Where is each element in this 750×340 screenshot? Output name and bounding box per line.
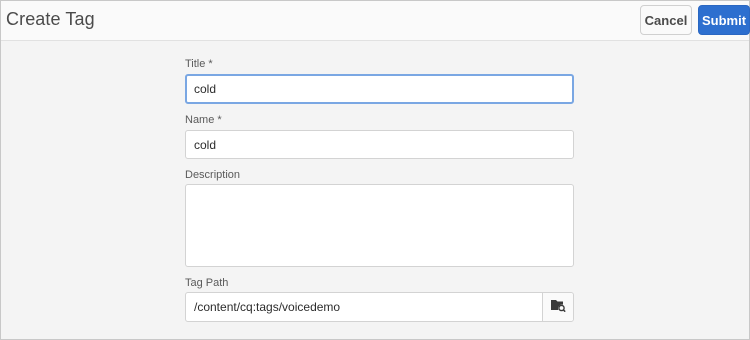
description-textarea[interactable] xyxy=(185,184,574,267)
name-label: Name * xyxy=(185,114,222,126)
description-label: Description xyxy=(185,169,241,181)
cancel-button[interactable]: Cancel xyxy=(640,5,692,35)
name-input[interactable] xyxy=(185,130,574,159)
title-input[interactable] xyxy=(185,74,574,104)
submit-button[interactable]: Submit xyxy=(698,5,750,35)
header-bar: Create Tag Cancel Submit xyxy=(1,1,750,41)
folder-search-icon xyxy=(550,298,566,317)
tag-path-field xyxy=(185,292,574,322)
title-label: Title * xyxy=(185,58,213,70)
tag-path-input[interactable] xyxy=(186,293,542,321)
tag-path-label: Tag Path xyxy=(185,277,229,289)
tag-path-picker-button[interactable] xyxy=(542,293,573,321)
page-title: Create Tag xyxy=(6,9,95,29)
dialog-frame: Create Tag Cancel Submit Title * Name * … xyxy=(0,0,750,340)
